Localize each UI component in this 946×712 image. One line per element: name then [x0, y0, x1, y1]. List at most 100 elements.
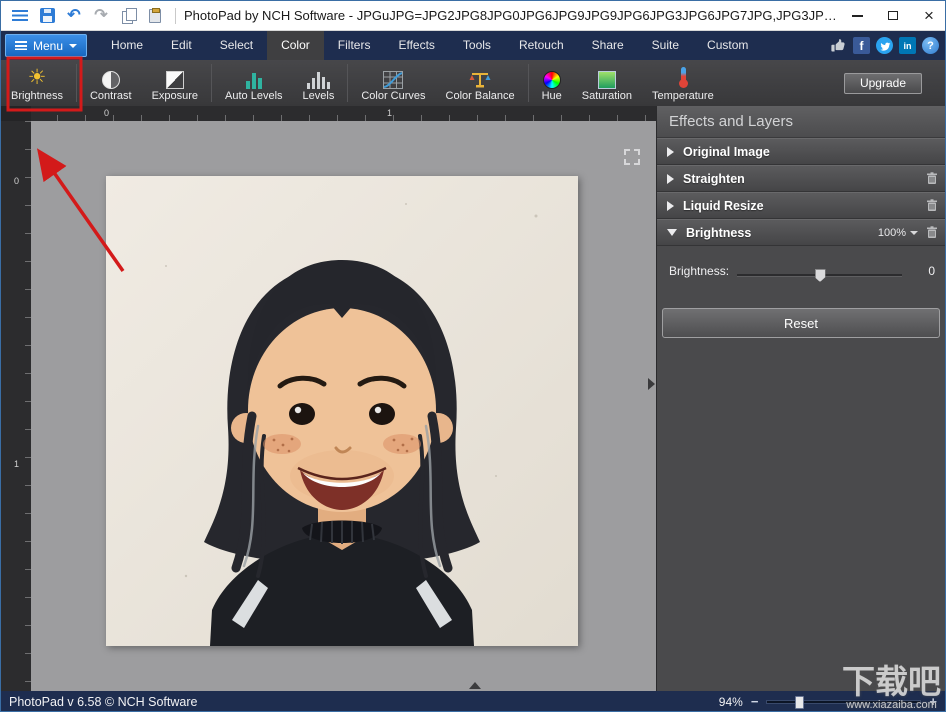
panel-collapse-arrow-icon[interactable]: [648, 378, 655, 390]
like-icon[interactable]: [830, 37, 847, 54]
maximize-button[interactable]: [875, 1, 911, 31]
tab-retouch[interactable]: Retouch: [505, 31, 578, 60]
window-controls: [839, 1, 946, 31]
redo-icon[interactable]: [92, 6, 110, 26]
photopad-window: PhotoPad by NCH Software - JPGuJPG=JPG2J…: [0, 0, 946, 712]
menubar: Menu Home Edit Select Color Filters Effe…: [1, 31, 946, 60]
linkedin-icon[interactable]: [899, 37, 916, 54]
hue-wheel-icon: [543, 65, 561, 89]
floppy-disk-icon: [40, 8, 55, 23]
statusbar: PhotoPad v 6.58 © NCH Software 94%: [1, 691, 946, 712]
delete-layer-icon[interactable]: [926, 199, 938, 212]
main-area: 0 1 0 1: [1, 106, 946, 691]
exposure-icon: [166, 65, 184, 89]
saturation-icon: [598, 65, 616, 89]
minimize-button[interactable]: [839, 1, 875, 31]
tool-exposure[interactable]: Exposure: [142, 61, 208, 105]
tab-effects[interactable]: Effects: [384, 31, 448, 60]
layer-brightness[interactable]: Brightness 100%: [657, 219, 946, 246]
help-icon[interactable]: [922, 37, 939, 54]
menu-button[interactable]: Menu: [5, 34, 87, 57]
toolbar-separator: [211, 64, 212, 102]
tool-label: Color Balance: [446, 90, 515, 102]
expand-arrow-icon[interactable]: [667, 201, 674, 211]
menu-hamburger-icon: [15, 41, 27, 50]
tab-select[interactable]: Select: [206, 31, 267, 60]
toolbar-separator: [76, 64, 77, 102]
tool-label: Contrast: [90, 90, 132, 102]
titlebar: PhotoPad by NCH Software - JPGuJPG=JPG2J…: [1, 1, 946, 31]
layer-original-image[interactable]: Original Image: [657, 138, 946, 165]
tab-home[interactable]: Home: [97, 31, 157, 60]
layer-straighten[interactable]: Straighten: [657, 165, 946, 192]
zoom-in-icon[interactable]: [929, 693, 937, 711]
tool-color-curves[interactable]: Color Curves: [351, 61, 435, 105]
facebook-icon[interactable]: [853, 37, 870, 54]
scroll-up-arrow-icon[interactable]: [469, 682, 481, 689]
tool-label: Brightness: [11, 90, 63, 102]
app-menu-icon[interactable]: [11, 6, 29, 26]
tool-color-balance[interactable]: Color Balance: [436, 61, 525, 105]
delete-layer-icon[interactable]: [926, 226, 938, 239]
collapse-arrow-icon[interactable]: [667, 229, 677, 236]
brightness-slider-handle[interactable]: [815, 269, 826, 282]
tool-label: Hue: [542, 90, 562, 102]
delete-layer-icon[interactable]: [926, 172, 938, 185]
tab-color[interactable]: Color: [267, 31, 324, 60]
contrast-icon: [102, 65, 120, 89]
tool-levels[interactable]: Levels: [293, 61, 345, 105]
layer-opacity-dropdown[interactable]: 100%: [878, 227, 918, 239]
reset-button[interactable]: Reset: [662, 308, 940, 338]
tab-custom[interactable]: Custom: [693, 31, 762, 60]
color-balance-scales-icon: [469, 65, 491, 89]
app-version-text: PhotoPad v 6.58 © NCH Software: [1, 695, 197, 709]
copy-icon[interactable]: [119, 6, 137, 26]
copy-sheets-icon: [122, 8, 135, 23]
tool-label: Levels: [303, 90, 335, 102]
temperature-thermometer-icon: [673, 65, 693, 89]
fullscreen-icon[interactable]: [622, 147, 642, 167]
expand-arrow-icon[interactable]: [667, 174, 674, 184]
tool-label: Temperature: [652, 90, 714, 102]
tool-contrast[interactable]: Contrast: [80, 61, 142, 105]
tool-hue[interactable]: Hue: [532, 61, 572, 105]
close-button[interactable]: [911, 1, 946, 31]
ruler-tick-label: 0: [104, 108, 109, 118]
auto-levels-icon: [246, 65, 262, 89]
zoom-slider[interactable]: [766, 700, 921, 704]
social-links: [830, 37, 946, 54]
brightness-slider[interactable]: [737, 274, 902, 277]
zoom-slider-handle[interactable]: [795, 696, 804, 709]
zoom-out-icon[interactable]: [751, 693, 759, 711]
layer-opacity-value: 100%: [878, 227, 906, 239]
tab-suite[interactable]: Suite: [638, 31, 693, 60]
layer-liquid-resize[interactable]: Liquid Resize: [657, 192, 946, 219]
ruler-tick-label: 1: [14, 459, 19, 469]
tab-tools[interactable]: Tools: [449, 31, 505, 60]
twitter-icon[interactable]: [876, 37, 893, 54]
workspace: 0 1 0 1: [1, 106, 656, 691]
clipboard-icon: [149, 9, 161, 23]
tab-share[interactable]: Share: [578, 31, 638, 60]
upgrade-button[interactable]: Upgrade: [844, 73, 922, 94]
tool-temperature[interactable]: Temperature: [642, 61, 724, 105]
expand-arrow-icon[interactable]: [667, 147, 674, 157]
tool-saturation[interactable]: Saturation: [572, 61, 642, 105]
tool-brightness[interactable]: Brightness: [1, 61, 73, 105]
canvas-area[interactable]: [31, 121, 656, 691]
tool-label: Color Curves: [361, 90, 425, 102]
layer-label: Liquid Resize: [683, 199, 764, 213]
undo-icon[interactable]: [65, 6, 83, 26]
paste-icon[interactable]: [146, 6, 164, 26]
window-title: PhotoPad by NCH Software - JPGuJPG=JPG2J…: [176, 8, 839, 23]
tab-edit[interactable]: Edit: [157, 31, 206, 60]
tool-label: Saturation: [582, 90, 632, 102]
ribbon-tabs: Home Edit Select Color Filters Effects T…: [97, 31, 762, 60]
toolbar-separator: [347, 64, 348, 102]
toolbar-separator: [528, 64, 529, 102]
chevron-down-icon: [69, 44, 77, 48]
color-curves-icon: [383, 65, 403, 89]
tool-auto-levels[interactable]: Auto Levels: [215, 61, 292, 105]
tab-filters[interactable]: Filters: [324, 31, 385, 60]
save-icon[interactable]: [38, 6, 56, 26]
